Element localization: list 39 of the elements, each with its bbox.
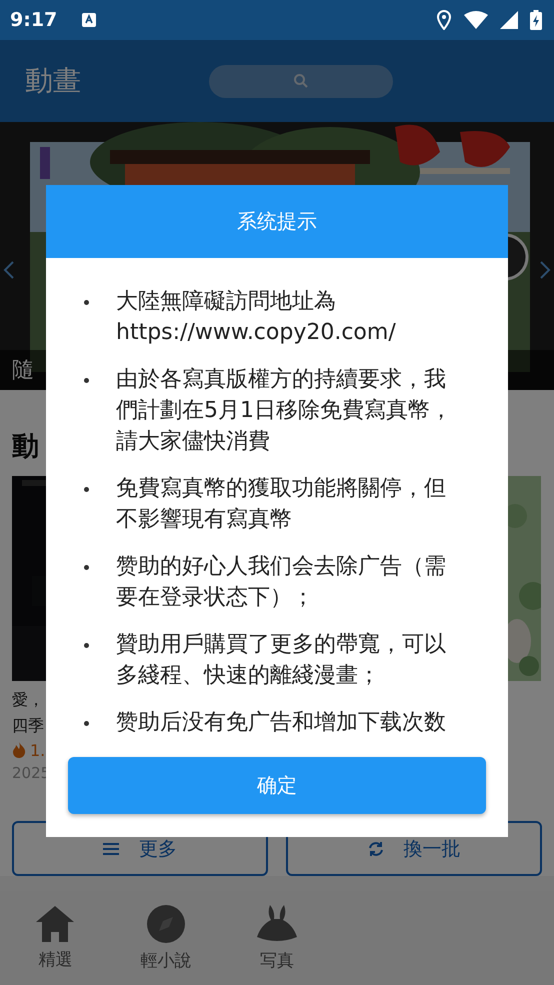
banner-caption: 隨 (12, 357, 34, 386)
refresh-icon (368, 840, 384, 857)
bullet-icon (84, 300, 89, 305)
chevron-left-icon[interactable] (3, 260, 15, 280)
notice-text: 大陸無障礙訪問地址為https://www.copy20.com/ (116, 288, 397, 347)
compass-icon (147, 904, 186, 943)
search-field[interactable] (209, 64, 393, 98)
clock-time: 9:17 (10, 9, 58, 31)
bunny-icon (256, 904, 297, 943)
section-title: 動 (12, 430, 39, 464)
notice-text: 由於各寫真版權方的持續要求，我們計劃在5月1日移除免費寫真幣，請大家儘快消費 (116, 366, 453, 456)
bullet-icon (84, 378, 89, 383)
bullet-icon (84, 721, 89, 726)
flame-icon (12, 742, 26, 758)
bullet-icon (84, 643, 89, 648)
notice-text: 赞助后没有免广告和增加下载次数 (116, 709, 446, 732)
chevron-right-icon[interactable] (539, 260, 551, 280)
notice-text: 免費寫真幣的獲取功能將關停，但不影響現有寫真幣 (116, 475, 447, 534)
bullet-icon (84, 487, 89, 492)
nav-tab[interactable]: 精選 (0, 891, 111, 985)
comic-title: 愛， (12, 689, 44, 712)
confirm-button[interactable]: 确定 (68, 757, 486, 814)
nav-tab[interactable]: 輕小說 (110, 891, 222, 985)
comic-title: 四季 (12, 715, 44, 738)
signal-icon (500, 11, 518, 29)
battery-icon (530, 10, 542, 30)
location-icon (436, 10, 452, 30)
search-icon (293, 73, 309, 90)
menu-icon (103, 842, 119, 855)
house-icon (36, 906, 74, 942)
notice-text: 赞助的好心人我们会去除广告（需要在登录状态下）； (116, 553, 447, 612)
popularity-count: 1. (30, 740, 46, 760)
notice-text: 贊助用戶購買了更多的帶寬，可以多綫程、快速的離綫漫畫； (116, 631, 447, 690)
dialog-title: 系统提示 (237, 208, 317, 235)
wifi-icon (464, 11, 488, 29)
nav-tab[interactable]: 写真 (222, 891, 332, 985)
page-title: 動畫 (25, 63, 82, 100)
keyboard-icon (81, 12, 98, 28)
bullet-icon (84, 565, 89, 570)
